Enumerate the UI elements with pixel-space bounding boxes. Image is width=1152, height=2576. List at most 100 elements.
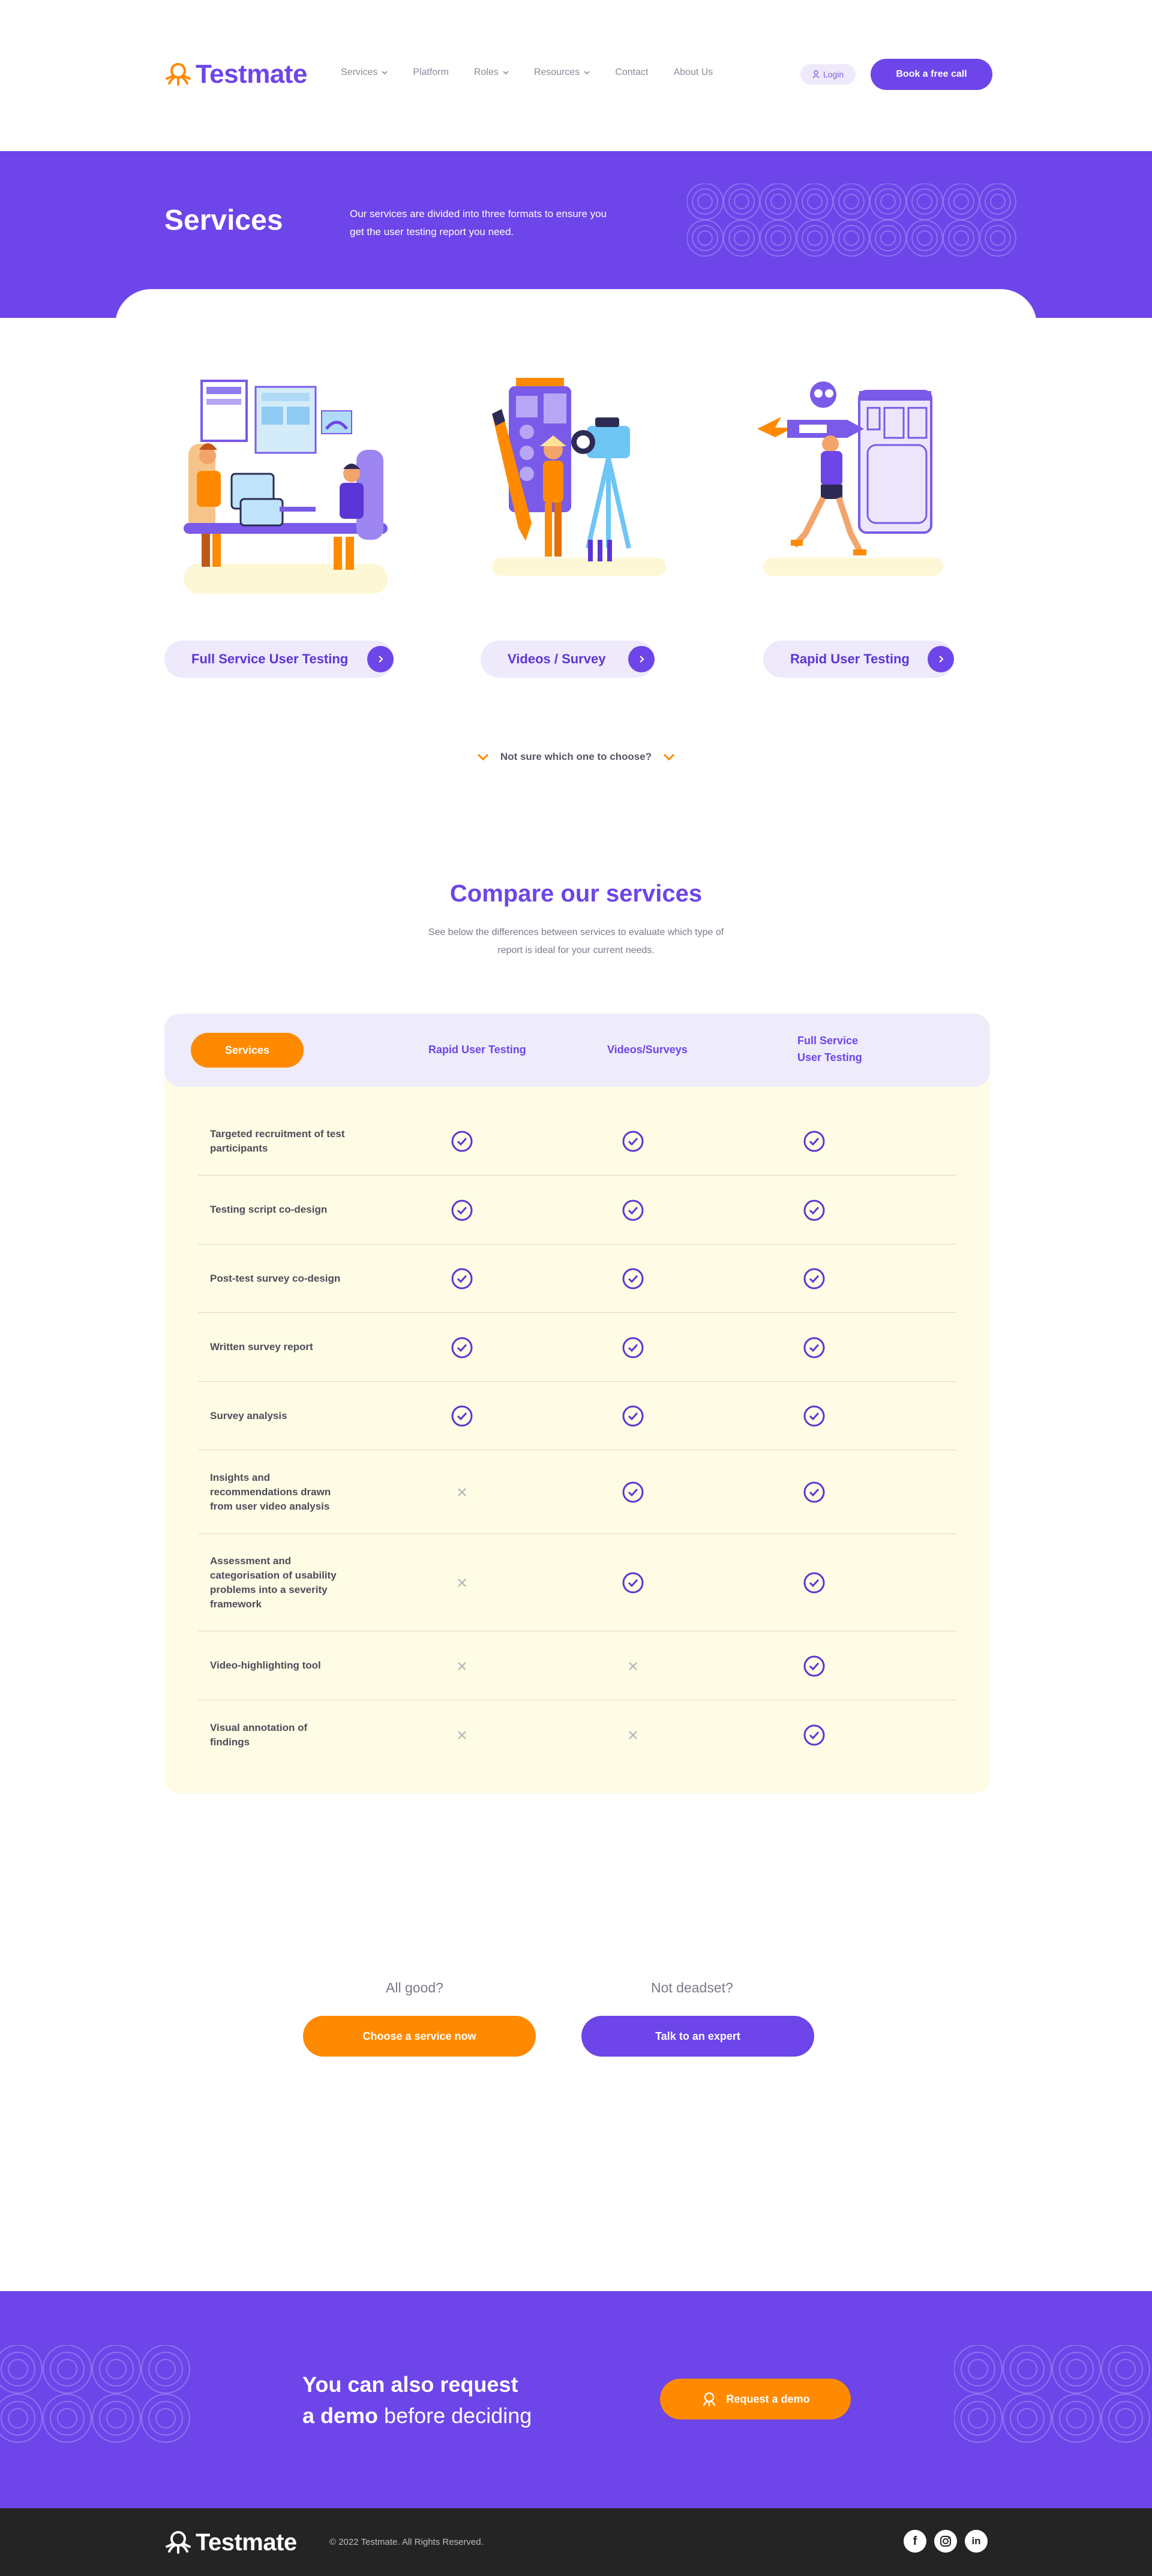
videos-survey-button[interactable]: Videos / Survey: [481, 641, 655, 678]
book-call-button[interactable]: Book a free call: [871, 59, 992, 90]
user-icon: [812, 70, 820, 79]
nav-link-contact[interactable]: Contact: [615, 67, 648, 78]
octopus-logo-icon: [166, 2531, 191, 2554]
instagram-icon[interactable]: [934, 2530, 957, 2553]
login-label: Login: [823, 70, 844, 79]
cross-icon: [458, 1488, 466, 1496]
comparison-table-header: Services Rapid User Testing Videos/Surve…: [164, 1014, 990, 1087]
check-circle-icon: [451, 1405, 473, 1427]
brand-name: Testmate: [196, 59, 307, 89]
comparison-row: Written survey report: [198, 1313, 956, 1382]
chevron-down-icon: [664, 753, 675, 761]
check-circle-icon: [803, 1572, 825, 1594]
cross-icon: [629, 1730, 637, 1739]
check-circle-icon: [622, 1481, 644, 1503]
check-circle-icon: [803, 1200, 825, 1221]
check-circle-icon: [622, 1572, 644, 1594]
nav-link-label: Platform: [413, 67, 449, 77]
chevron-down-icon: [382, 71, 388, 75]
request-demo-label: Request a demo: [726, 2392, 810, 2405]
circle-pattern-decoration: [687, 184, 1016, 257]
check-circle-icon: [803, 1655, 825, 1676]
nav-link-label: Contact: [615, 67, 649, 77]
feature-label: Insights and recommendations drawn from …: [210, 1471, 331, 1512]
check-circle-icon: [622, 1268, 644, 1289]
video-camera-illustration: [492, 378, 666, 576]
check-circle-icon: [622, 1131, 644, 1152]
column-full-service: Full Service User Testing: [797, 1035, 862, 1063]
feature-label: Assessment and categorisation of usabili…: [210, 1555, 337, 1610]
octopus-logo-icon: [166, 63, 191, 86]
comparison-row: Testing script co-design: [198, 1176, 956, 1245]
cross-icon: [458, 1661, 466, 1670]
rocket-runner-illustration: [757, 381, 943, 576]
check-circle-icon: [451, 1337, 473, 1358]
column-videos: Videos/Surveys: [607, 1044, 688, 1056]
check-circle-icon: [451, 1131, 473, 1152]
cross-icon: [629, 1661, 637, 1670]
nav-link-label: Roles: [473, 67, 499, 77]
page: Testmate Services Platform Roles Resourc…: [0, 0, 1152, 2576]
rapid-testing-label: Rapid User Testing: [790, 651, 910, 666]
services-header-pill: Services: [191, 1033, 304, 1068]
request-demo-button[interactable]: Request a demo: [660, 2379, 851, 2419]
choose-service-button[interactable]: Choose a service now: [303, 2016, 536, 2057]
column-rapid: Rapid User Testing: [428, 1044, 526, 1056]
nav-link-platform[interactable]: Platform: [413, 67, 449, 78]
feature-label: Visual annotation of findings: [210, 1721, 308, 1748]
nav-link-about[interactable]: About Us: [673, 67, 713, 78]
content-card-top: [115, 289, 1037, 361]
octopus-icon: [703, 2392, 716, 2407]
brand-logo[interactable]: Testmate: [164, 59, 307, 90]
chevron-down-icon: [477, 753, 488, 761]
nav-link-services[interactable]: Services: [341, 67, 388, 78]
hero-description: Our services are divided into three form…: [350, 208, 607, 238]
feature-label: Video-highlighting tool: [210, 1660, 321, 1671]
comparison-row: Visual annotation of findings: [198, 1700, 956, 1769]
circle-pattern-right-decoration: [954, 2345, 1150, 2443]
linkedin-icon[interactable]: in: [965, 2530, 988, 2553]
comparison-row: Targeted recruitment of test participant…: [198, 1107, 956, 1176]
talk-expert-button[interactable]: Talk to an expert: [581, 2016, 814, 2057]
footer-logo[interactable]: Testmate: [164, 2529, 297, 2556]
circle-pattern-left-decoration: [0, 2345, 190, 2443]
not-deadset-question: Not deadset?: [651, 1980, 733, 1995]
full-service-button[interactable]: Full Service User Testing: [164, 641, 394, 678]
nav-link-resources[interactable]: Resources: [534, 67, 590, 78]
check-circle-icon: [622, 1337, 644, 1358]
chevron-down-icon: [503, 71, 509, 75]
comparison-row: Survey analysis: [198, 1382, 956, 1450]
check-circle-icon: [803, 1481, 825, 1503]
nav-link-label: Resources: [533, 67, 580, 77]
compare-title: Compare our services: [449, 880, 703, 907]
banner-line-2-bold: a demo: [302, 2403, 379, 2428]
nav-link-roles[interactable]: Roles: [474, 67, 509, 78]
login-button[interactable]: Login: [800, 64, 856, 85]
check-circle-icon: [451, 1268, 473, 1289]
facebook-icon[interactable]: f: [904, 2530, 926, 2553]
check-circle-icon: [803, 1337, 825, 1358]
chevron-right-icon: [928, 646, 954, 672]
feature-label: Survey analysis: [210, 1409, 287, 1421]
banner-line-2-rest: before deciding: [378, 2403, 532, 2428]
top-nav: Testmate Services Platform Roles Resourc…: [0, 0, 1152, 151]
rapid-testing-button[interactable]: Rapid User Testing: [763, 641, 954, 678]
comparison-row: Insights and recommendations drawn from …: [198, 1450, 956, 1534]
chevron-right-icon: [367, 646, 394, 672]
demo-banner-text: You can also request a demo before decid…: [302, 2369, 532, 2431]
nav-link-label: About Us: [673, 67, 713, 77]
comparison-row: Assessment and categorisation of usabili…: [198, 1534, 956, 1631]
choose-helper-link[interactable]: Not sure which one to choose?: [462, 751, 690, 763]
comparison-row: Video-highlighting tool: [198, 1631, 956, 1700]
banner-line-1: You can also request: [302, 2372, 518, 2397]
compare-description: See below the differences between servic…: [428, 927, 724, 955]
choose-helper-label: Not sure which one to choose?: [500, 751, 652, 762]
videos-survey-label: Videos / Survey: [508, 651, 606, 666]
all-good-question: All good?: [386, 1980, 443, 1995]
check-circle-icon: [451, 1200, 473, 1221]
feature-label: Testing script co-design: [210, 1204, 328, 1215]
check-circle-icon: [803, 1268, 825, 1289]
comparison-row: Post-test survey co-design: [198, 1245, 956, 1313]
footer: Testmate © 2022 Testmate. All Rights Res…: [0, 2508, 1152, 2576]
full-service-label: Full Service User Testing: [191, 651, 349, 666]
